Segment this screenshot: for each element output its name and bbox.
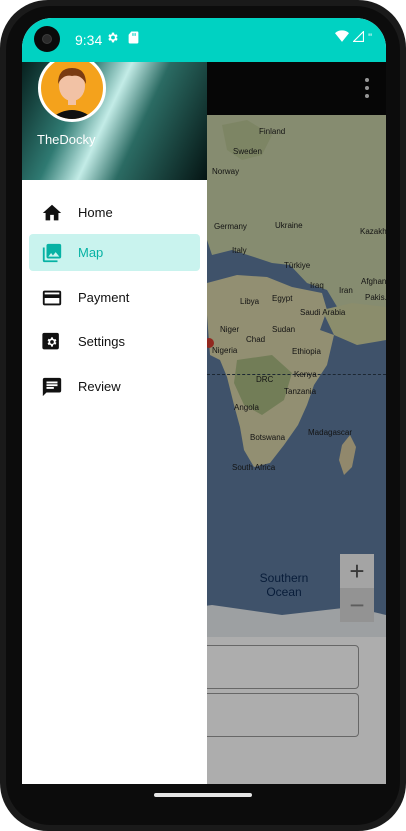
drawer-item-home[interactable]: Home [29, 194, 200, 231]
user-name: TheDocky [37, 132, 96, 147]
home-indicator[interactable] [154, 793, 252, 797]
settings-icon [106, 31, 119, 47]
drawer-item-review[interactable]: Review [29, 368, 200, 405]
drawer-item-payment[interactable]: Payment [29, 279, 200, 316]
drawer-header: TheDocky [22, 62, 207, 180]
drawer-item-label: Home [78, 205, 113, 220]
drawer-item-map[interactable]: Map [29, 234, 200, 271]
status-right: " [335, 29, 372, 45]
phone-frame: 9:34 " Finland Sweden Norway Germany Ukr… [0, 0, 406, 831]
image-icon [41, 242, 63, 264]
credit-card-icon [41, 287, 63, 309]
screen: 9:34 " Finland Sweden Norway Germany Ukr… [22, 18, 386, 784]
front-camera [34, 26, 60, 52]
avatar[interactable] [38, 62, 106, 122]
wifi-icon [335, 30, 350, 45]
drawer-item-label: Review [78, 379, 121, 394]
status-time: 9:34 [75, 32, 103, 48]
status-extra: " [368, 31, 372, 44]
navigation-drawer: TheDocky Home Map Payment Settings Revie… [22, 62, 207, 784]
drawer-item-settings[interactable]: Settings [29, 323, 200, 360]
home-icon [41, 202, 63, 224]
drawer-item-label: Payment [78, 290, 130, 305]
settings-icon [41, 331, 63, 353]
drawer-item-label: Map [78, 245, 104, 260]
drawer-item-label: Settings [78, 334, 125, 349]
status-bar: 9:34 " [22, 18, 386, 62]
sd-card-icon [128, 31, 139, 47]
signal-icon [352, 29, 365, 45]
chat-icon [41, 376, 63, 398]
